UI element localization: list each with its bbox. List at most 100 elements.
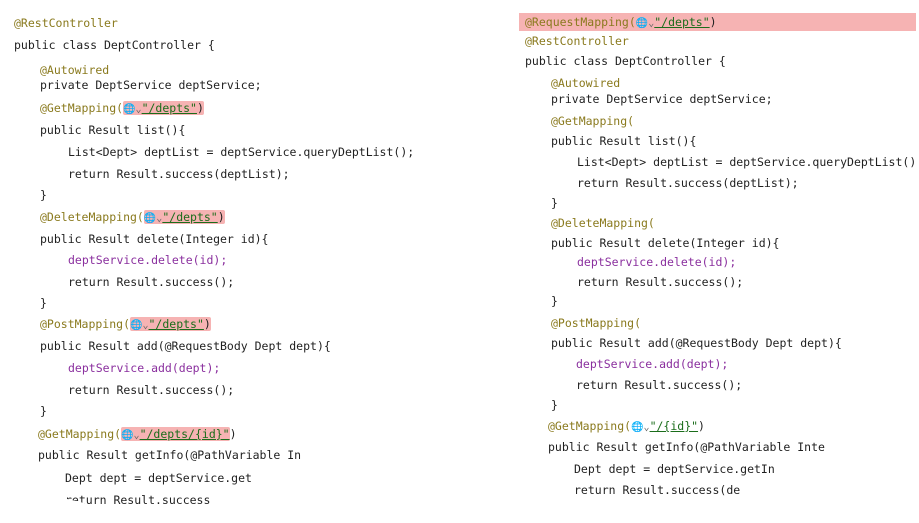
path-string[interactable]: "/depts" [149,317,204,331]
globe-icon[interactable]: 🌐⌄ [130,319,148,333]
code-statement: return Result.success(deptList); [577,176,799,190]
code-statement: deptService.delete(id); [577,255,737,269]
autowired-annotation: @Autowired [551,76,621,90]
code-line: deptService.delete(id); [68,253,227,267]
code-line: deptService.add(dept); [68,361,220,375]
code-line: return Result.success(); [576,378,742,392]
code-line: private DeptService deptService; [551,92,773,106]
request-mapping-annotation: @RequestMapping( [525,15,636,29]
code-line: return Result.success(deptList); [68,167,290,181]
code-line: return Result.success(); [577,275,743,289]
code-line: @PostMapping(🌐⌄"/depts") [40,317,211,333]
post-mapping-annotation: @PostMapping( [551,316,642,330]
code-line: List<Dept> deptList = deptService.queryD… [577,155,919,169]
closing-brace: } [551,398,558,412]
field-declaration: private DeptService deptService; [551,92,773,106]
rest-controller-annotation: @RestController [14,16,118,30]
right-code-panel: @RequestMapping(🌐⌄"/depts") @RestControl… [519,10,919,516]
get-mapping-annotation: @GetMapping( [38,427,122,441]
globe-icon[interactable]: 🌐⌄ [636,17,654,31]
mapping-highlight[interactable]: 🌐⌄"/depts") [123,101,204,115]
code-statement: return Result.success(); [68,275,235,289]
globe-icon[interactable]: 🌐⌄ [123,103,141,117]
code-line: @PostMapping( [551,316,641,330]
code-line: public Result list(){ [551,134,696,148]
code-line: deptService.delete(id); [577,255,736,269]
get-mapping-annotation: @GetMapping( [40,101,124,115]
code-line: @RestController [14,16,118,30]
delete-mapping-annotation: @DeleteMapping( [551,216,655,230]
path-string[interactable]: "/depts" [142,101,197,115]
method-signature: public Result list(){ [551,134,697,148]
code-statement: return Result.success(); [576,378,743,392]
mapping-highlight[interactable]: 🌐⌄"/depts") [130,317,211,331]
code-line: } [551,294,558,308]
code-line: @GetMapping(🌐⌄"/{id}") [548,419,705,435]
code-line: List<Dept> deptList = deptService.queryD… [68,145,414,159]
method-signature: public Result add(@RequestBody Dept dept… [551,336,842,350]
code-line: } [40,296,47,310]
code-line: private DeptService deptService; [40,78,262,92]
post-mapping-annotation: @PostMapping( [40,317,131,331]
code-line: public class DeptController { [14,38,215,52]
delete-mapping-annotation: @DeleteMapping( [40,210,144,224]
code-line: } [40,188,47,202]
method-signature: public Result delete(Integer id){ [551,236,780,250]
get-mapping-annotation: @GetMapping( [551,114,635,128]
code-line: @Autowired [551,76,620,90]
code-statement: return Result.success(de [574,483,741,497]
rest-controller-annotation: @RestController [525,34,629,48]
code-line: return Result.success(); [68,383,234,397]
code-line: return Result.success(); [68,275,234,289]
code-line: @GetMapping(🌐⌄"/depts") [40,101,204,117]
code-line: Dept dept = deptService.getIn [574,462,775,476]
class-declaration: public class DeptController { [14,38,215,52]
code-line: public Result add(@RequestBody Dept dept… [40,339,331,353]
code-statement: return Result.success(deptList); [68,167,290,181]
code-line: deptService.add(dept); [576,357,728,371]
code-statement: deptService.delete(id); [68,253,228,267]
mapping-highlight[interactable]: 🌐⌄"/depts/{id}" [121,427,230,441]
method-signature: public Result add(@RequestBody Dept dept… [40,339,331,353]
closing-brace: } [40,404,47,418]
code-line: public Result list(){ [40,123,185,137]
code-line: @Autowired [40,63,109,77]
path-string[interactable]: "/depts" [162,210,217,224]
code-line: public class DeptController { [525,54,726,68]
code-editor-right: @RequestMapping(🌐⌄"/depts") @RestControl… [519,10,919,515]
code-line: public Result add(@RequestBody Dept dept… [551,336,842,350]
code-line: @RestController [525,34,629,48]
code-statement: Dept dept = deptService.getIn [574,462,775,476]
code-line: public Result getInfo(@PathVariable In [38,448,301,462]
code-line: public Result delete(Integer id){ [551,236,779,250]
get-mapping-annotation: @GetMapping( [548,419,632,433]
code-editor-left: @RestController public class DeptControl… [5,5,431,517]
code-line: } [40,404,47,418]
code-statement: deptService.add(dept); [68,361,221,375]
globe-icon[interactable]: 🌐⌄ [631,421,649,435]
code-line: return Result.success(de [574,483,740,497]
code-line: @GetMapping(🌐⌄"/depts/{id}") [38,427,237,441]
code-statement: Dept dept = deptService.get [65,471,252,485]
code-line: return Result.success [65,493,210,507]
code-line: @RequestMapping(🌐⌄"/depts") [525,15,717,31]
code-statement: return Result.success(); [68,383,235,397]
path-string[interactable]: "/depts" [654,15,709,29]
globe-icon[interactable]: 🌐⌄ [144,212,162,226]
path-string[interactable]: "/{id}" [650,419,698,433]
path-string[interactable]: "/depts/{id}" [140,427,230,441]
code-statement: return Result.success [65,493,211,507]
code-line: } [551,196,558,210]
closing-brace: } [551,196,558,210]
globe-icon[interactable]: 🌐⌄ [121,429,139,443]
code-line: Dept dept = deptService.get [65,471,252,485]
code-line: @GetMapping( [551,114,634,128]
mapping-highlight[interactable]: 🌐⌄"/depts") [143,210,225,226]
class-declaration: public class DeptController { [525,54,726,68]
code-statement: return Result.success(); [577,275,744,289]
code-statement: deptService.add(dept); [576,357,729,371]
left-code-panel: @RestController public class DeptControl… [5,5,431,518]
code-statement: List<Dept> deptList = deptService.queryD… [577,155,919,169]
closing-brace: } [40,296,47,310]
code-line: return Result.success(deptList); [577,176,799,190]
